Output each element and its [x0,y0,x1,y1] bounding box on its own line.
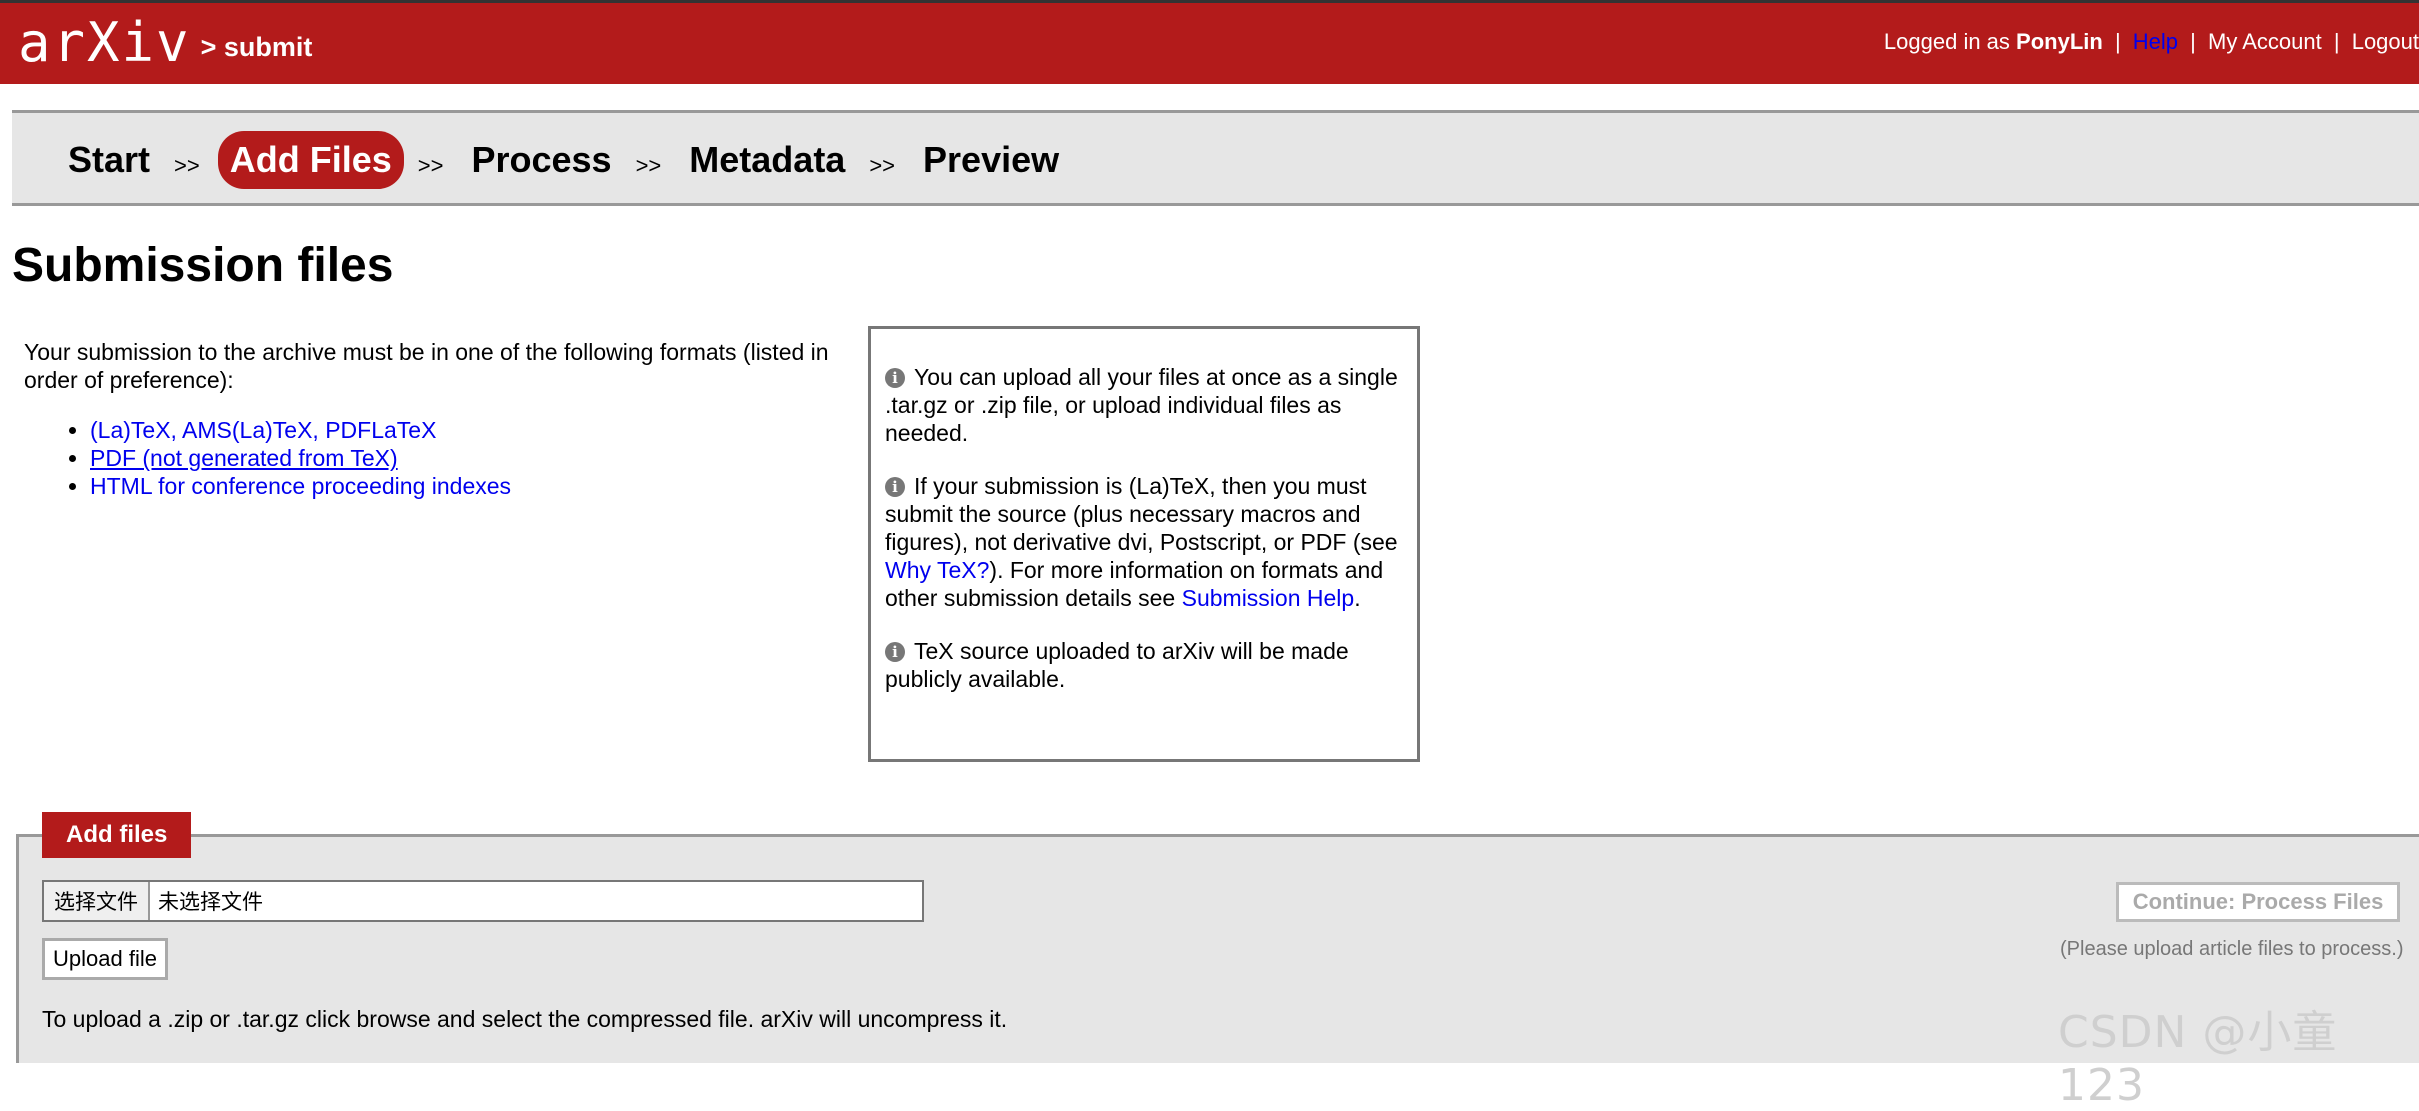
list-item: (La)TeX, AMS(La)TeX, PDFLaTeX [90,416,864,444]
info-icon: i [885,368,905,388]
format-list: (La)TeX, AMS(La)TeX, PDFLaTeX PDF (not g… [24,416,864,500]
info-text: TeX source uploaded to arXiv will be mad… [885,638,1349,692]
page-title: Submission files [12,239,394,292]
step-separator: >> [417,153,444,178]
format-intro: Your submission to the archive must be i… [24,338,864,500]
list-item: HTML for conference proceeding indexes [90,472,864,500]
username: PonyLin [2016,29,2103,54]
list-item: PDF (not generated from TeX) [90,444,864,472]
why-tex-link[interactable]: Why TeX? [885,557,989,583]
format-link-html[interactable]: HTML for conference proceeding indexes [90,473,511,499]
logo-text: arXiv [18,10,191,74]
info-text: You can upload all your files at once as… [885,364,1398,446]
info-icon: i [885,642,905,662]
arxiv-logo[interactable]: arXiv > submit [18,9,312,75]
add-files-legend: Add files [42,812,192,858]
info-text: . [1354,585,1361,611]
submission-help-link[interactable]: Submission Help [1182,585,1355,611]
step-separator: >> [635,153,662,178]
top-header: arXiv > submit Logged in as PonyLin | He… [0,0,2419,84]
format-link-pdf[interactable]: PDF (not generated from TeX) [90,445,398,471]
submit-breadcrumb: > submit [200,31,313,62]
logout-link[interactable]: Logout [2352,29,2419,54]
step-start[interactable]: Start [58,135,160,185]
step-separator: >> [869,153,896,178]
info-paragraph: i If your submission is (La)TeX, then you… [885,472,1403,612]
my-account-link[interactable]: My Account [2208,29,2322,54]
choose-file-button[interactable]: 选择文件 [44,882,150,920]
step-separator: >> [174,153,200,178]
intro-text: Your submission to the archive must be i… [24,339,829,393]
step-add-files[interactable]: Add Files [217,131,404,189]
submission-steps: Start >> Add Files >> Process >> Metadat… [12,110,2419,206]
info-paragraph: i You can upload all your files at once a… [885,363,1403,447]
continue-note: (Please upload article files to process.… [2060,938,2404,960]
continue-process-files-button[interactable]: Continue: Process Files [2116,882,2400,922]
info-text: If your submission is (La)TeX, then you … [885,473,1398,555]
user-bar: Logged in as PonyLin | Help | My Account… [1883,29,2419,54]
info-paragraph: i TeX source uploaded to arXiv will be ma… [885,637,1403,693]
file-input[interactable]: 选择文件 未选择文件 [42,880,924,922]
watermark: CSDN @小童123 [2058,1007,2338,1111]
upload-file-button[interactable]: Upload file [42,938,168,980]
help-link[interactable]: Help [2133,29,2178,54]
step-preview[interactable]: Preview [913,135,1069,185]
step-process[interactable]: Process [461,135,621,185]
upload-hint: To upload a .zip or .tar.gz click browse… [42,1006,1008,1032]
logged-in-label: Logged in as [1883,29,2010,54]
info-box: i You can upload all your files at once a… [868,326,1420,762]
info-icon: i [885,477,905,497]
format-link-latex[interactable]: (La)TeX, AMS(La)TeX, PDFLaTeX [90,417,436,443]
no-file-label: 未选择文件 [158,890,263,914]
step-metadata[interactable]: Metadata [679,135,855,185]
